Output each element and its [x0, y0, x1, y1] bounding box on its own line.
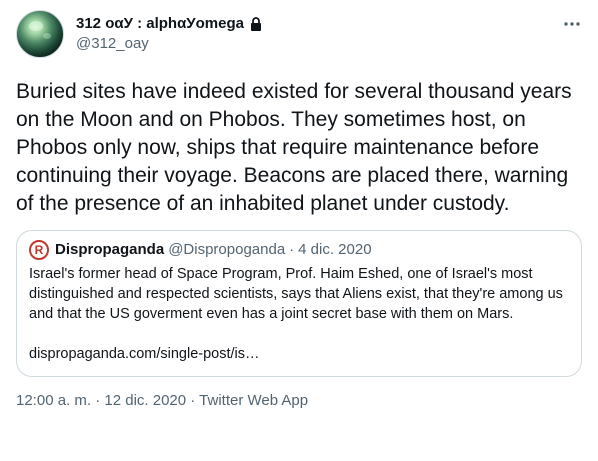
- more-options-icon[interactable]: [562, 14, 582, 34]
- lock-icon: [248, 16, 264, 32]
- tweet-card: 312 oαУ : alphαУomega @312_oay Buried si…: [0, 0, 598, 461]
- quoted-tweet-link[interactable]: dispropaganda.com/single-post/is…: [29, 344, 569, 364]
- quoted-tweet-header: R Dispropaganda @Dispropoganda · 4 dic. …: [29, 240, 569, 260]
- author-names: 312 oαУ : alphαУomega @312_oay: [76, 10, 264, 54]
- avatar-highlight: [29, 21, 43, 31]
- author-display-name[interactable]: 312 oαУ : alphαУomega: [76, 14, 244, 34]
- quoted-author-avatar: R: [29, 240, 49, 260]
- quoted-tweet-text: Israel's former head of Space Program, P…: [29, 266, 563, 322]
- tweet-text: Buried sites have indeed existed for sev…: [16, 80, 572, 215]
- tweet-timestamp-source[interactable]: 12:00 a. m. · 12 dic. 2020 · Twitter Web…: [16, 391, 582, 411]
- meta-separator: ·: [289, 241, 295, 258]
- avatar-highlight: [43, 33, 51, 39]
- author-avatar[interactable]: [16, 10, 64, 58]
- quoted-tweet-date[interactable]: 4 dic. 2020: [298, 240, 371, 260]
- tweet-header: 312 oαУ : alphαУomega @312_oay: [16, 10, 582, 66]
- quoted-tweet[interactable]: R Dispropaganda @Dispropoganda · 4 dic. …: [16, 230, 582, 377]
- quoted-author-name[interactable]: Dispropaganda: [55, 240, 164, 260]
- name-row: 312 oαУ : alphαУomega: [76, 14, 264, 34]
- author-handle[interactable]: @312_oay: [76, 34, 264, 54]
- quoted-author-handle[interactable]: @Dispropoganda: [168, 240, 285, 260]
